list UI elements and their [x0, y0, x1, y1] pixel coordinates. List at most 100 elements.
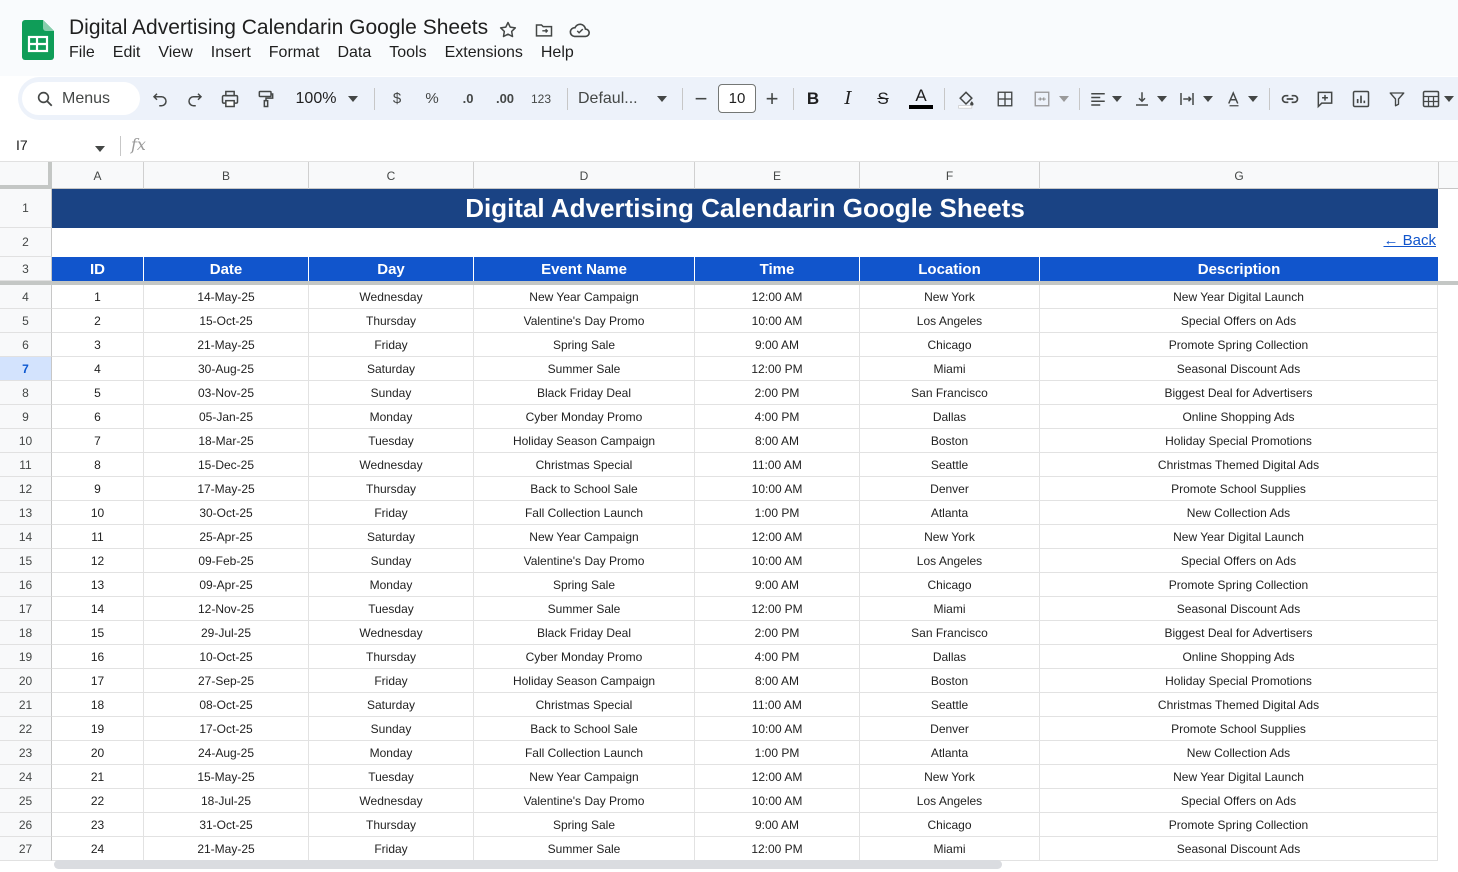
row-header-24[interactable]: 24 — [0, 765, 52, 789]
cell-description[interactable]: Seasonal Discount Ads — [1040, 597, 1438, 621]
cell-day[interactable]: Tuesday — [309, 597, 474, 621]
cell-event-name[interactable]: Back to School Sale — [474, 717, 695, 741]
row-header-18[interactable]: 18 — [0, 621, 52, 645]
cell-id[interactable]: 15 — [52, 621, 144, 645]
cell-id[interactable]: 1 — [52, 285, 144, 309]
cell-event-name[interactable]: Holiday Season Campaign — [474, 429, 695, 453]
cell-time[interactable]: 2:00 PM — [695, 381, 860, 405]
cell-date[interactable]: 21-May-25 — [144, 837, 309, 861]
cell-id[interactable]: 8 — [52, 453, 144, 477]
zoom-chevron-down-icon[interactable] — [345, 77, 361, 120]
cell-id[interactable]: 19 — [52, 717, 144, 741]
cell-description[interactable]: Promote School Supplies — [1040, 717, 1438, 741]
menu-data[interactable]: Data — [337, 44, 371, 62]
decrease-decimal-button[interactable]: .0 — [455, 77, 481, 120]
cell-description[interactable]: Biggest Deal for Advertisers — [1040, 381, 1438, 405]
cell-day[interactable]: Thursday — [309, 309, 474, 333]
print-icon[interactable] — [218, 77, 242, 120]
cell-time[interactable]: 10:00 AM — [695, 789, 860, 813]
cell-id[interactable]: 22 — [52, 789, 144, 813]
cell-description[interactable]: Seasonal Discount Ads — [1040, 837, 1438, 861]
cell-date[interactable]: 03-Nov-25 — [144, 381, 309, 405]
cell-date[interactable]: 25-Apr-25 — [144, 525, 309, 549]
cell-day[interactable]: Sunday — [309, 549, 474, 573]
cell-date[interactable]: 15-Oct-25 — [144, 309, 309, 333]
cell-description[interactable]: Promote School Supplies — [1040, 477, 1438, 501]
cell-location[interactable]: Chicago — [860, 333, 1040, 357]
cell-description[interactable]: Promote Spring Collection — [1040, 573, 1438, 597]
cell-location[interactable]: Miami — [860, 597, 1040, 621]
cell-date[interactable]: 15-May-25 — [144, 765, 309, 789]
cell-time[interactable]: 11:00 AM — [695, 453, 860, 477]
paint-format-icon[interactable] — [254, 77, 278, 120]
row-header-17[interactable]: 17 — [0, 597, 52, 621]
cell-description[interactable]: Holiday Special Promotions — [1040, 669, 1438, 693]
row-header-3[interactable]: 3 — [0, 257, 52, 281]
cell-description[interactable]: Promote Spring Collection — [1040, 813, 1438, 837]
cell-description[interactable]: Online Shopping Ads — [1040, 645, 1438, 669]
cell-day[interactable]: Thursday — [309, 813, 474, 837]
cell-event-name[interactable]: Christmas Special — [474, 693, 695, 717]
cell-id[interactable]: 9 — [52, 477, 144, 501]
cell-description[interactable]: Biggest Deal for Advertisers — [1040, 621, 1438, 645]
cell-day[interactable]: Wednesday — [309, 285, 474, 309]
cell-date[interactable]: 24-Aug-25 — [144, 741, 309, 765]
cell-id[interactable]: 12 — [52, 549, 144, 573]
cell-day[interactable]: Monday — [309, 405, 474, 429]
cell-time[interactable]: 11:00 AM — [695, 693, 860, 717]
cell-day[interactable]: Friday — [309, 333, 474, 357]
merge-cells-icon[interactable] — [1030, 77, 1054, 120]
cell-time[interactable]: 12:00 PM — [695, 837, 860, 861]
row-header-12[interactable]: 12 — [0, 477, 52, 501]
cell-day[interactable]: Sunday — [309, 381, 474, 405]
cell-description[interactable]: New Year Digital Launch — [1040, 285, 1438, 309]
menu-insert[interactable]: Insert — [211, 44, 251, 62]
cell-location[interactable]: Seattle — [860, 693, 1040, 717]
menu-file[interactable]: File — [69, 44, 95, 62]
cell-event-name[interactable]: Holiday Season Campaign — [474, 669, 695, 693]
cell-time[interactable]: 10:00 AM — [695, 309, 860, 333]
star-icon[interactable] — [497, 19, 519, 41]
cell-event-name[interactable]: Spring Sale — [474, 813, 695, 837]
cell-event-name[interactable]: Black Friday Deal — [474, 381, 695, 405]
rotation-chevron-down-icon[interactable] — [1246, 77, 1260, 120]
row-header-14[interactable]: 14 — [0, 525, 52, 549]
cell-id[interactable]: 11 — [52, 525, 144, 549]
cell-location[interactable]: Los Angeles — [860, 789, 1040, 813]
merge-chevron-down-icon[interactable] — [1057, 77, 1071, 120]
cell-day[interactable]: Sunday — [309, 717, 474, 741]
column-header-f[interactable]: F — [860, 162, 1040, 189]
cell-description[interactable]: New Year Digital Launch — [1040, 765, 1438, 789]
text-color-button[interactable]: A — [907, 77, 935, 120]
cell-time[interactable]: 10:00 AM — [695, 717, 860, 741]
vertical-align-icon[interactable] — [1130, 77, 1154, 120]
row-header-22[interactable]: 22 — [0, 717, 52, 741]
menu-help[interactable]: Help — [541, 44, 574, 62]
cell-location[interactable]: San Francisco — [860, 621, 1040, 645]
row-header-26[interactable]: 26 — [0, 813, 52, 837]
text-wrapping-icon[interactable] — [1175, 77, 1199, 120]
cell-location[interactable]: Denver — [860, 477, 1040, 501]
row-header-27[interactable]: 27 — [0, 837, 52, 861]
borders-icon[interactable] — [993, 77, 1017, 120]
cell-event-name[interactable]: Summer Sale — [474, 597, 695, 621]
insert-link-icon[interactable] — [1278, 77, 1302, 120]
cell-day[interactable]: Friday — [309, 837, 474, 861]
name-box[interactable]: I7 — [16, 137, 28, 153]
cell-id[interactable]: 7 — [52, 429, 144, 453]
cell-day[interactable]: Wednesday — [309, 453, 474, 477]
cell-location[interactable]: Denver — [860, 717, 1040, 741]
cell-location[interactable]: Boston — [860, 429, 1040, 453]
cell-id[interactable]: 13 — [52, 573, 144, 597]
row-header-9[interactable]: 9 — [0, 405, 52, 429]
cell-location[interactable]: Chicago — [860, 573, 1040, 597]
menu-tools[interactable]: Tools — [389, 44, 426, 62]
cell-location[interactable]: San Francisco — [860, 381, 1040, 405]
cell-id[interactable]: 21 — [52, 765, 144, 789]
cell-id[interactable]: 2 — [52, 309, 144, 333]
cell-description[interactable]: Special Offers on Ads — [1040, 549, 1438, 573]
cell-date[interactable]: 31-Oct-25 — [144, 813, 309, 837]
row-header-25[interactable]: 25 — [0, 789, 52, 813]
cell-day[interactable]: Wednesday — [309, 621, 474, 645]
cell-time[interactable]: 10:00 AM — [695, 549, 860, 573]
